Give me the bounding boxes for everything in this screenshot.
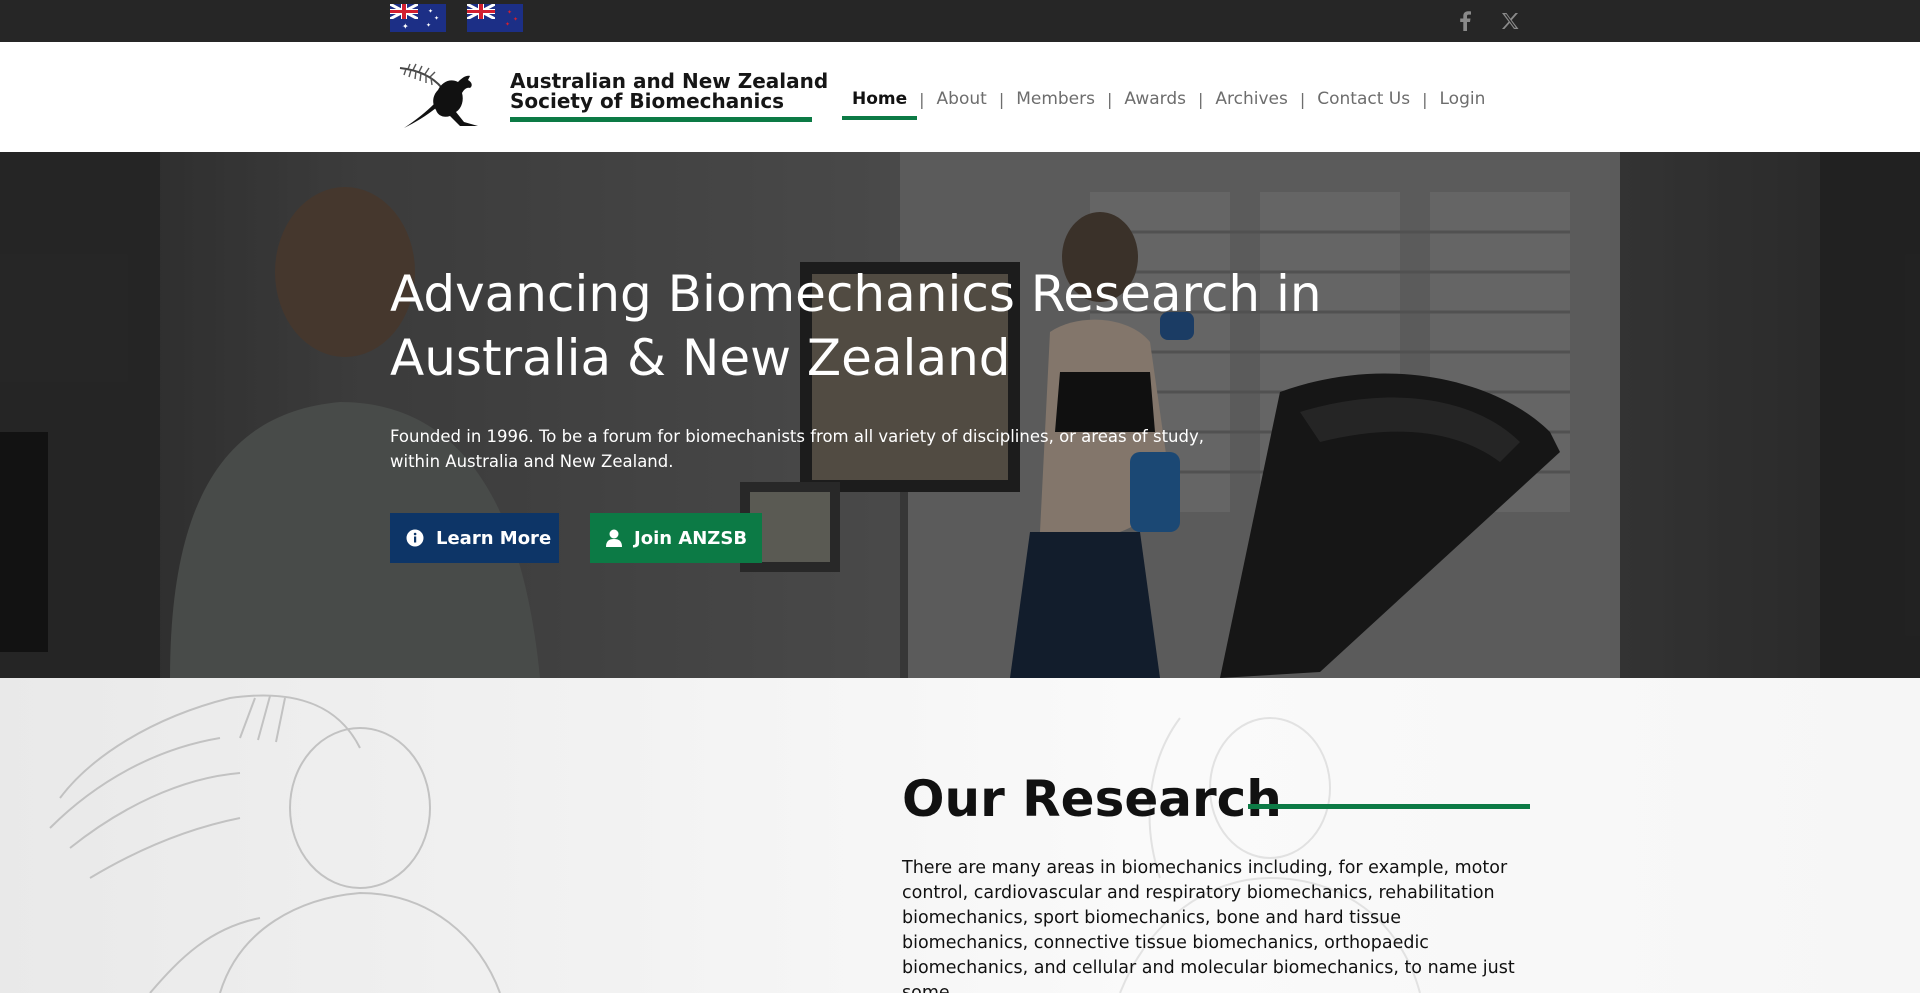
site-brand[interactable]: Australian and New Zealand Society of Bi…	[510, 69, 829, 122]
research-title-underline	[1248, 804, 1530, 809]
nav-contact-us[interactable]: Contact Us	[1307, 84, 1420, 114]
research-section: Our Research There are many areas in bio…	[0, 678, 1920, 993]
kangaroo-fern-logo-icon[interactable]	[398, 60, 482, 130]
brand-line-1: Australian and New Zealand	[510, 69, 829, 93]
hero-overlay	[0, 152, 1920, 678]
hero-title: Advancing Biomechanics Research in Austr…	[390, 265, 1322, 387]
learn-more-label: Learn More	[436, 527, 552, 549]
hero-section: Advancing Biomechanics Research in Austr…	[0, 152, 1920, 678]
join-anzsb-label: Join ANZSB	[634, 527, 748, 549]
australia-flag-icon[interactable]: ✦ ✦ ✦ ✦	[390, 4, 446, 32]
top-bar: ✦ ✦ ✦ ✦ ✦ ✦ ✦	[0, 0, 1920, 42]
nav-members[interactable]: Members	[1006, 84, 1105, 114]
brand-line-2: Society of Biomechanics	[510, 89, 785, 113]
nav-awards[interactable]: Awards	[1114, 84, 1196, 114]
nav-about[interactable]: About	[927, 84, 997, 114]
brand-underline	[510, 117, 812, 122]
facebook-icon[interactable]	[1452, 8, 1478, 34]
nav-separator: |	[1107, 89, 1113, 109]
nav-login[interactable]: Login	[1430, 84, 1496, 114]
learn-more-button[interactable]: Learn More	[390, 513, 559, 563]
nav-home[interactable]: Home	[842, 84, 918, 120]
nav-separator: |	[1198, 89, 1204, 109]
nav-separator: |	[919, 89, 925, 109]
nav-archives[interactable]: Archives	[1205, 84, 1297, 114]
nav-separator: |	[998, 89, 1005, 109]
new-zealand-flag-icon[interactable]: ✦ ✦ ✦	[467, 4, 523, 32]
info-icon	[406, 528, 424, 548]
hero-description: Founded in 1996. To be a forum for biome…	[390, 427, 1204, 471]
site-header: Australian and New Zealand Society of Bi…	[0, 42, 1920, 152]
main-nav: Home | About | Members | Awards | Archiv…	[842, 84, 1496, 120]
nav-separator: |	[1422, 89, 1428, 109]
x-twitter-icon[interactable]	[1497, 8, 1523, 34]
research-title: Our Research	[902, 770, 1282, 828]
user-icon	[606, 528, 622, 548]
nav-separator: |	[1299, 89, 1306, 109]
research-description: There are many areas in biomechanics inc…	[902, 858, 1515, 993]
join-anzsb-button[interactable]: Join ANZSB	[590, 513, 762, 563]
